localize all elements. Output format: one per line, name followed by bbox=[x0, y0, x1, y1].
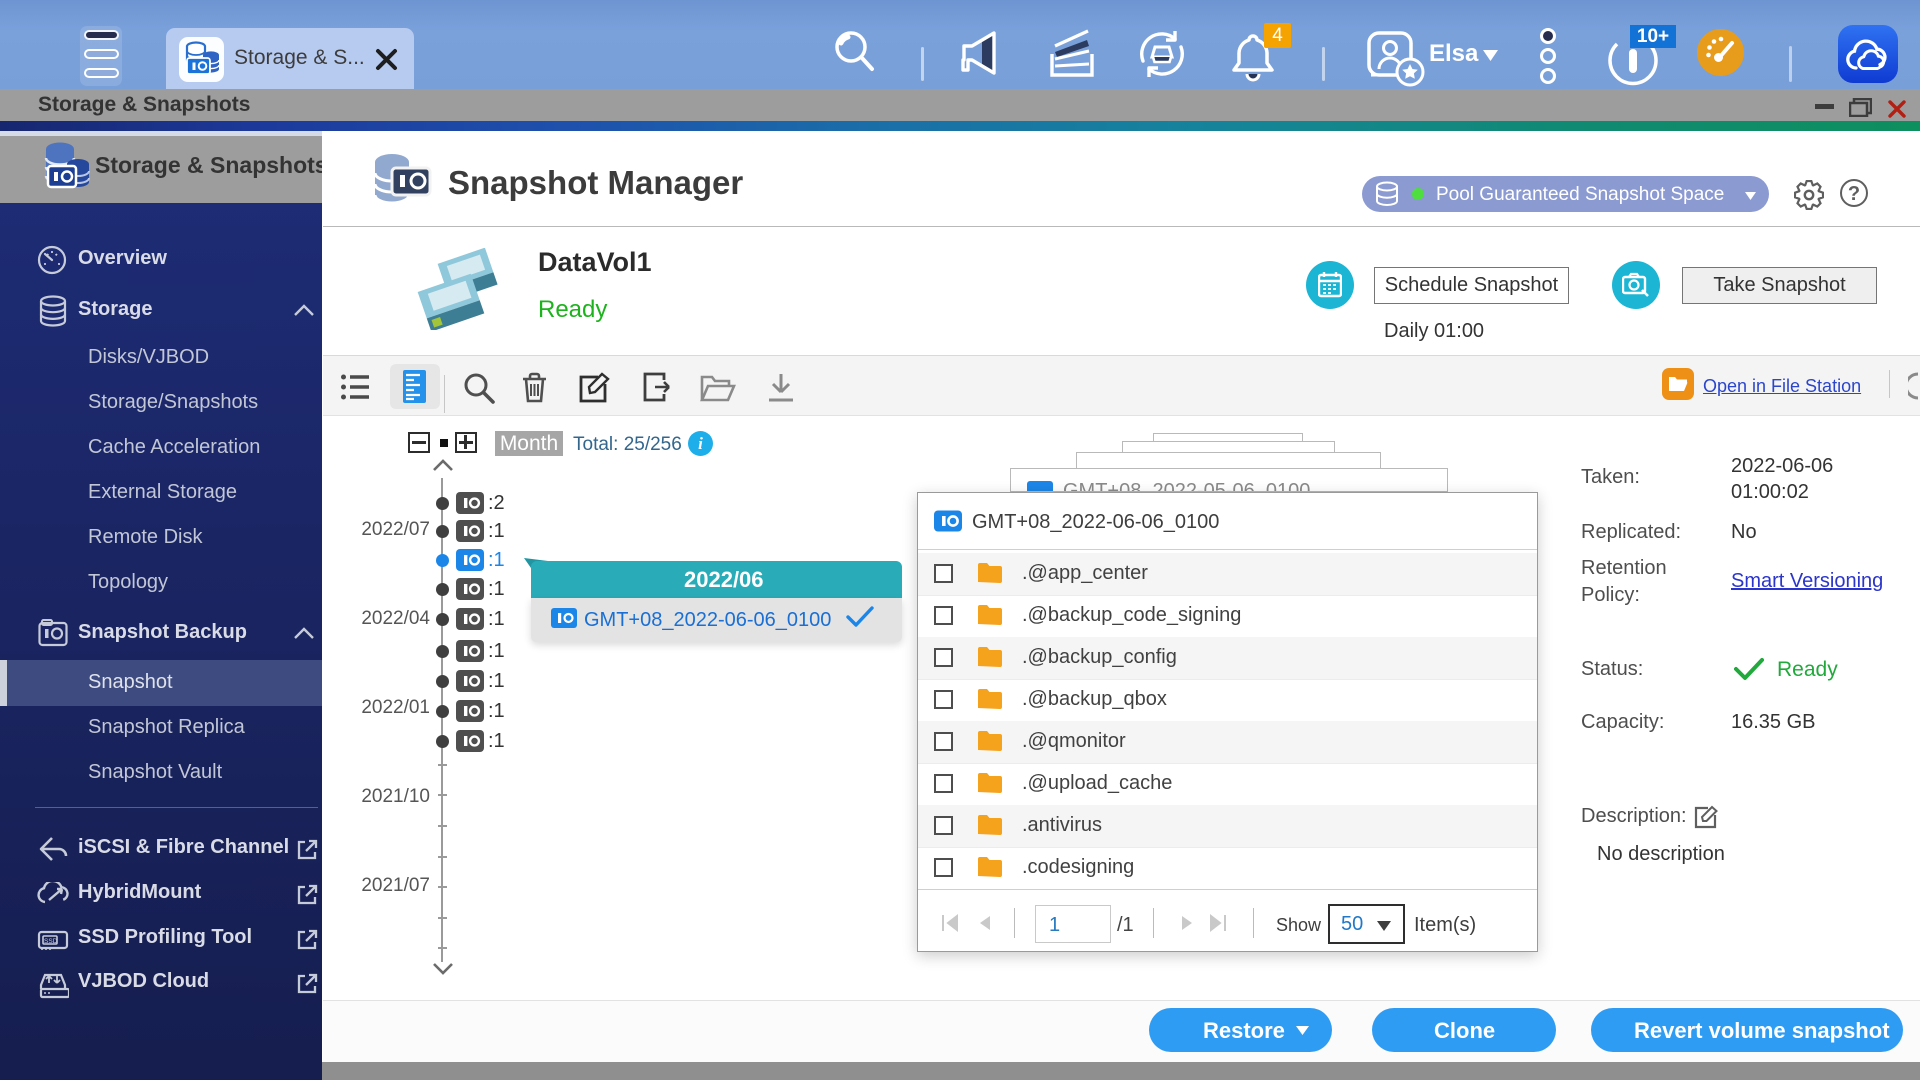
svg-text:SSD: SSD bbox=[44, 938, 58, 945]
